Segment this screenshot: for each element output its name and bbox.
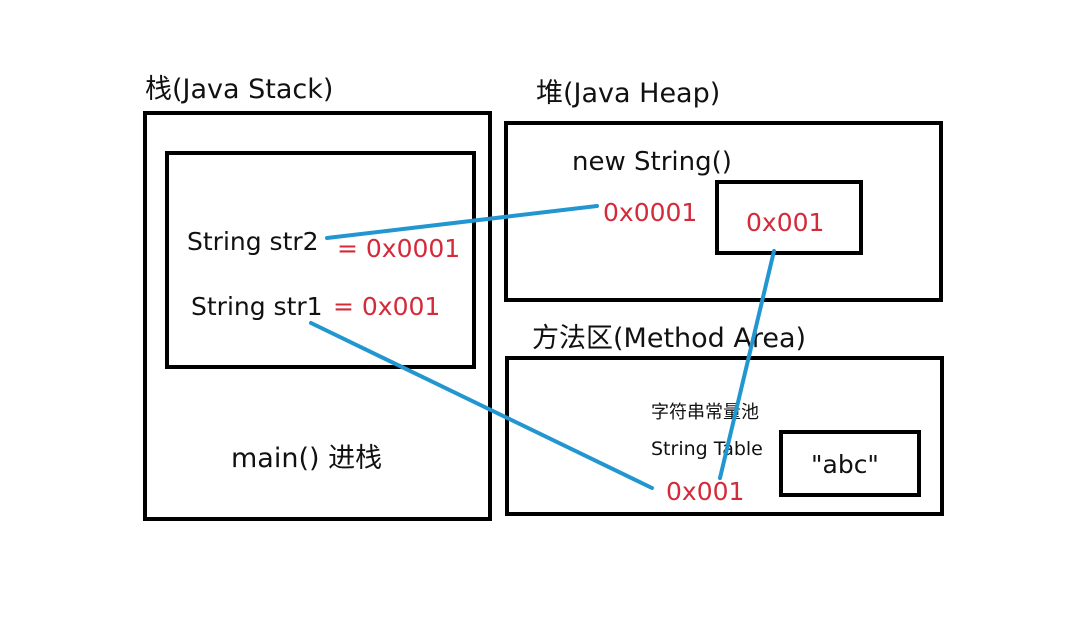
heap-title: 堆(Java Heap): [536, 78, 721, 109]
heap-object-label: new String(): [572, 147, 732, 177]
heap-inner-value: 0x001: [746, 208, 825, 237]
str1-address: = 0x001: [333, 292, 441, 321]
str1-declaration: String str1: [191, 292, 323, 321]
literal-address: 0x001: [666, 477, 745, 506]
method-area-title: 方法区(Method Area): [532, 323, 807, 354]
string-pool-label-cn: 字符串常量池: [651, 402, 759, 423]
literal-value: "abc": [811, 450, 879, 479]
str2-declaration: String str2: [187, 227, 319, 256]
string-pool-label-en: String Table: [651, 438, 763, 460]
stack-title: 栈(Java Stack): [145, 74, 334, 105]
str2-address: = 0x0001: [337, 234, 461, 263]
memory-diagram: 栈(Java Stack) String str2 = 0x0001 Strin…: [0, 0, 1090, 636]
heap-object-address: 0x0001: [603, 198, 698, 227]
stack-footer: main() 进栈: [231, 443, 383, 474]
